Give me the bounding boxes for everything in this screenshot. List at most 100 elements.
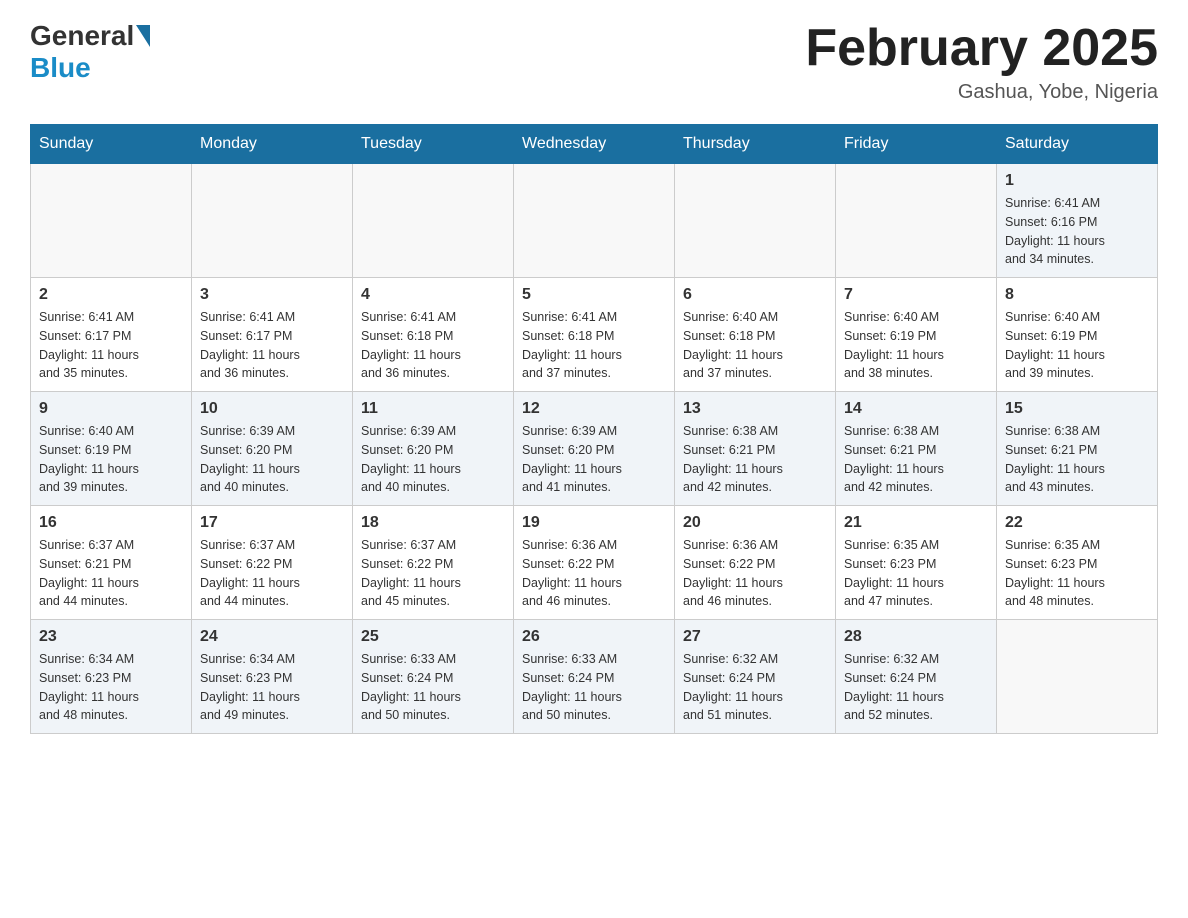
day-info: Sunrise: 6:36 AMSunset: 6:22 PMDaylight:…: [522, 536, 666, 611]
day-number: 5: [522, 286, 666, 304]
day-info: Sunrise: 6:41 AMSunset: 6:17 PMDaylight:…: [39, 308, 183, 383]
calendar-cell: 21 Sunrise: 6:35 AMSunset: 6:23 PMDayligh…: [836, 506, 997, 620]
calendar-cell: 4 Sunrise: 6:41 AMSunset: 6:18 PMDaylight…: [353, 278, 514, 392]
day-number: 4: [361, 286, 505, 304]
week-row-1: 1Sunrise: 6:41 AMSunset: 6:16 PMDaylight…: [31, 164, 1158, 278]
col-saturday: Saturday: [997, 125, 1158, 164]
calendar-cell: [192, 164, 353, 278]
week-row-4: 16 Sunrise: 6:37 AMSunset: 6:21 PMDayligh…: [31, 506, 1158, 620]
day-number: 20: [683, 514, 827, 532]
day-number: 10: [200, 400, 344, 418]
calendar-cell: 12 Sunrise: 6:39 AMSunset: 6:20 PMDayligh…: [514, 392, 675, 506]
week-row-5: 23 Sunrise: 6:34 AMSunset: 6:23 PMDayligh…: [31, 620, 1158, 734]
day-info: Sunrise: 6:41 AMSunset: 6:18 PMDaylight:…: [361, 308, 505, 383]
day-info: Sunrise: 6:38 AMSunset: 6:21 PMDaylight:…: [844, 422, 988, 497]
day-number: 3: [200, 286, 344, 304]
logo-blue-text: Blue: [30, 52, 91, 83]
day-info: Sunrise: 6:38 AMSunset: 6:21 PMDaylight:…: [1005, 422, 1149, 497]
day-number: 8: [1005, 286, 1149, 304]
day-info: Sunrise: 6:34 AMSunset: 6:23 PMDaylight:…: [200, 650, 344, 725]
calendar-table: Sunday Monday Tuesday Wednesday Thursday…: [30, 124, 1158, 734]
day-info: Sunrise: 6:39 AMSunset: 6:20 PMDaylight:…: [361, 422, 505, 497]
calendar-cell: [997, 620, 1158, 734]
day-info: Sunrise: 6:38 AMSunset: 6:21 PMDaylight:…: [683, 422, 827, 497]
day-info: Sunrise: 6:41 AMSunset: 6:16 PMDaylight:…: [1005, 194, 1149, 269]
col-wednesday: Wednesday: [514, 125, 675, 164]
page-header: General Blue February 2025 Gashua, Yobe,…: [30, 20, 1158, 104]
calendar-cell: 15 Sunrise: 6:38 AMSunset: 6:21 PMDayligh…: [997, 392, 1158, 506]
col-monday: Monday: [192, 125, 353, 164]
day-number: 16: [39, 514, 183, 532]
day-number: 19: [522, 514, 666, 532]
day-number: 13: [683, 400, 827, 418]
day-number: 23: [39, 628, 183, 646]
calendar-cell: 28 Sunrise: 6:32 AMSunset: 6:24 PMDayligh…: [836, 620, 997, 734]
calendar-cell: 22Sunrise: 6:35 AMSunset: 6:23 PMDayligh…: [997, 506, 1158, 620]
logo-general-text: General: [30, 20, 134, 52]
day-info: Sunrise: 6:33 AMSunset: 6:24 PMDaylight:…: [522, 650, 666, 725]
day-info: Sunrise: 6:40 AMSunset: 6:18 PMDaylight:…: [683, 308, 827, 383]
calendar-cell: 20 Sunrise: 6:36 AMSunset: 6:22 PMDayligh…: [675, 506, 836, 620]
day-number: 18: [361, 514, 505, 532]
day-number: 15: [1005, 400, 1149, 418]
location-text: Gashua, Yobe, Nigeria: [805, 81, 1158, 104]
title-block: February 2025 Gashua, Yobe, Nigeria: [805, 20, 1158, 104]
calendar-cell: 17 Sunrise: 6:37 AMSunset: 6:22 PMDayligh…: [192, 506, 353, 620]
day-info: Sunrise: 6:32 AMSunset: 6:24 PMDaylight:…: [683, 650, 827, 725]
day-info: Sunrise: 6:35 AMSunset: 6:23 PMDaylight:…: [844, 536, 988, 611]
day-number: 14: [844, 400, 988, 418]
day-number: 26: [522, 628, 666, 646]
calendar-cell: 23 Sunrise: 6:34 AMSunset: 6:23 PMDayligh…: [31, 620, 192, 734]
calendar-cell: 27 Sunrise: 6:32 AMSunset: 6:24 PMDayligh…: [675, 620, 836, 734]
day-info: Sunrise: 6:39 AMSunset: 6:20 PMDaylight:…: [522, 422, 666, 497]
calendar-cell: 7 Sunrise: 6:40 AMSunset: 6:19 PMDaylight…: [836, 278, 997, 392]
day-info: Sunrise: 6:33 AMSunset: 6:24 PMDaylight:…: [361, 650, 505, 725]
week-row-3: 9Sunrise: 6:40 AMSunset: 6:19 PMDaylight…: [31, 392, 1158, 506]
calendar-cell: 18 Sunrise: 6:37 AMSunset: 6:22 PMDayligh…: [353, 506, 514, 620]
day-info: Sunrise: 6:32 AMSunset: 6:24 PMDaylight:…: [844, 650, 988, 725]
calendar-cell: 10 Sunrise: 6:39 AMSunset: 6:20 PMDayligh…: [192, 392, 353, 506]
day-info: Sunrise: 6:40 AMSunset: 6:19 PMDaylight:…: [844, 308, 988, 383]
day-info: Sunrise: 6:41 AMSunset: 6:18 PMDaylight:…: [522, 308, 666, 383]
day-info: Sunrise: 6:40 AMSunset: 6:19 PMDaylight:…: [1005, 308, 1149, 383]
day-number: 27: [683, 628, 827, 646]
calendar-cell: 3 Sunrise: 6:41 AMSunset: 6:17 PMDaylight…: [192, 278, 353, 392]
day-info: Sunrise: 6:34 AMSunset: 6:23 PMDaylight:…: [39, 650, 183, 725]
calendar-cell: 26 Sunrise: 6:33 AMSunset: 6:24 PMDayligh…: [514, 620, 675, 734]
day-number: 24: [200, 628, 344, 646]
day-number: 6: [683, 286, 827, 304]
calendar-cell: 9Sunrise: 6:40 AMSunset: 6:19 PMDaylight…: [31, 392, 192, 506]
day-info: Sunrise: 6:41 AMSunset: 6:17 PMDaylight:…: [200, 308, 344, 383]
day-info: Sunrise: 6:37 AMSunset: 6:22 PMDaylight:…: [200, 536, 344, 611]
calendar-cell: 2Sunrise: 6:41 AMSunset: 6:17 PMDaylight…: [31, 278, 192, 392]
day-number: 21: [844, 514, 988, 532]
day-info: Sunrise: 6:37 AMSunset: 6:22 PMDaylight:…: [361, 536, 505, 611]
col-tuesday: Tuesday: [353, 125, 514, 164]
calendar-cell: 24 Sunrise: 6:34 AMSunset: 6:23 PMDayligh…: [192, 620, 353, 734]
calendar-cell: 6 Sunrise: 6:40 AMSunset: 6:18 PMDaylight…: [675, 278, 836, 392]
calendar-cell: 14 Sunrise: 6:38 AMSunset: 6:21 PMDayligh…: [836, 392, 997, 506]
day-number: 28: [844, 628, 988, 646]
day-number: 7: [844, 286, 988, 304]
calendar-cell: 1Sunrise: 6:41 AMSunset: 6:16 PMDaylight…: [997, 164, 1158, 278]
day-info: Sunrise: 6:36 AMSunset: 6:22 PMDaylight:…: [683, 536, 827, 611]
calendar-cell: 8 Sunrise: 6:40 AMSunset: 6:19 PMDaylight…: [997, 278, 1158, 392]
calendar-cell: 11Sunrise: 6:39 AMSunset: 6:20 PMDayligh…: [353, 392, 514, 506]
calendar-cell: 13 Sunrise: 6:38 AMSunset: 6:21 PMDayligh…: [675, 392, 836, 506]
calendar-cell: [514, 164, 675, 278]
calendar-cell: [31, 164, 192, 278]
day-info: Sunrise: 6:37 AMSunset: 6:21 PMDaylight:…: [39, 536, 183, 611]
day-number: 9: [39, 400, 183, 418]
day-number: 22: [1005, 514, 1149, 532]
calendar-cell: [675, 164, 836, 278]
day-number: 12: [522, 400, 666, 418]
day-info: Sunrise: 6:39 AMSunset: 6:20 PMDaylight:…: [200, 422, 344, 497]
calendar-cell: 16 Sunrise: 6:37 AMSunset: 6:21 PMDayligh…: [31, 506, 192, 620]
col-friday: Friday: [836, 125, 997, 164]
day-number: 17: [200, 514, 344, 532]
month-title: February 2025: [805, 20, 1158, 77]
logo: General Blue: [30, 20, 152, 84]
calendar-cell: [836, 164, 997, 278]
day-number: 25: [361, 628, 505, 646]
col-sunday: Sunday: [31, 125, 192, 164]
